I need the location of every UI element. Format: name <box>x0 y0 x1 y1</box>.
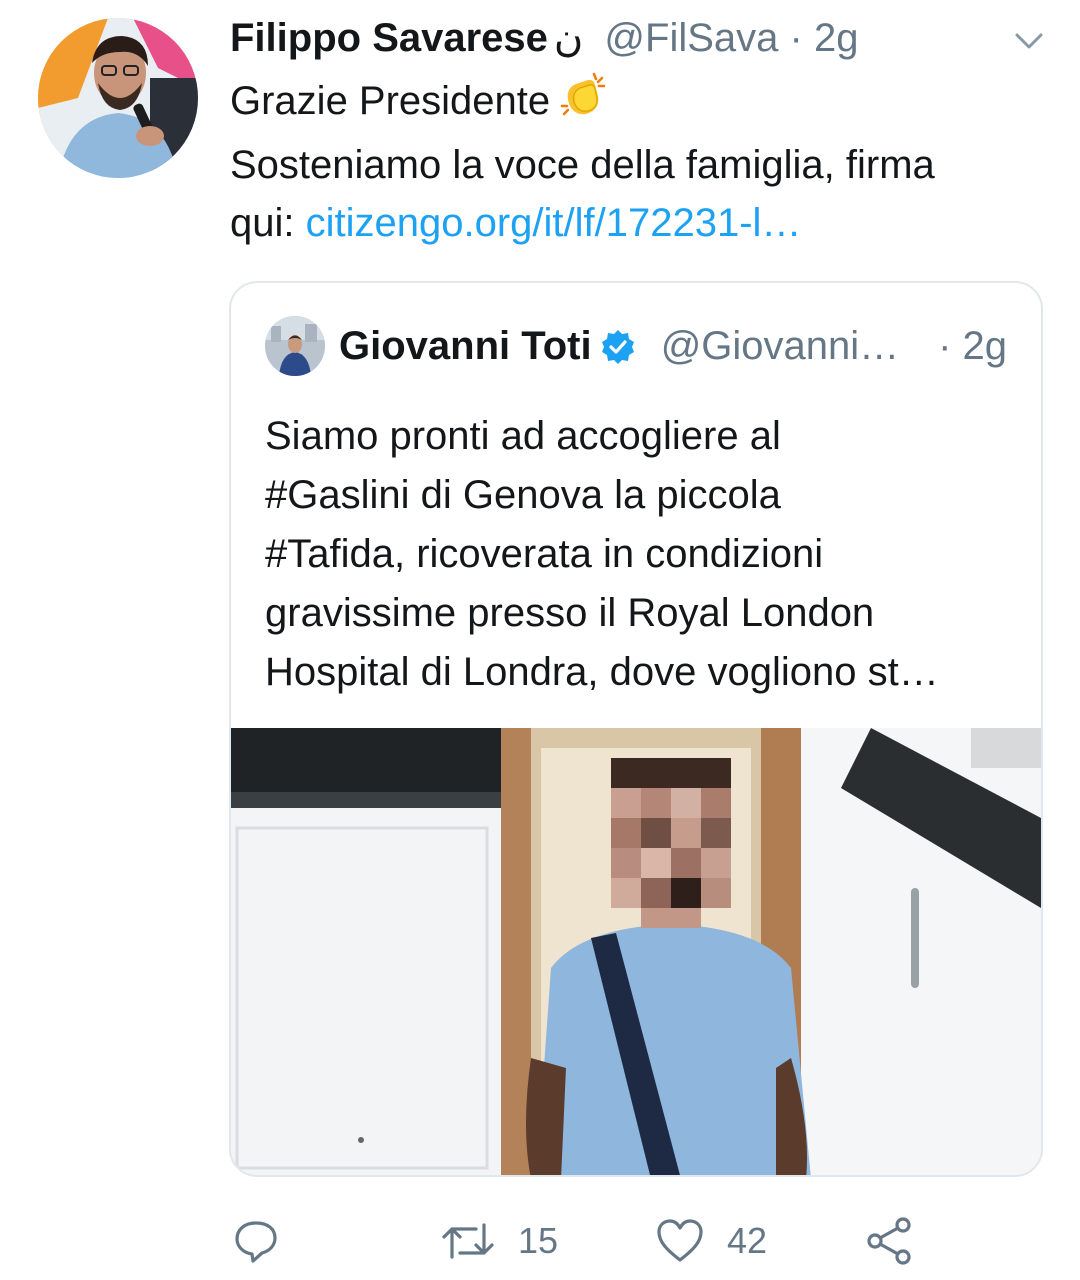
quoted-text-line: Siamo pronti ad accogliere al <box>265 414 781 458</box>
author-name[interactable]: Filippo Savarese <box>230 16 548 60</box>
like-icon <box>657 1219 703 1262</box>
quoted-tweet-header: Giovanni Toti @Giovanni… <box>339 320 899 378</box>
reply-button[interactable] <box>232 1215 302 1267</box>
share-button[interactable] <box>863 1215 915 1267</box>
share-icon <box>867 1217 911 1265</box>
retweet-button[interactable]: 15 <box>440 1215 558 1267</box>
quoted-author-name[interactable]: Giovanni Toti <box>339 324 592 368</box>
caret-down-icon[interactable] <box>1014 26 1044 56</box>
separator-dot: · <box>789 16 803 60</box>
tweet-header: Filippo Savarese ن @FilSava · 2g <box>230 12 858 64</box>
tweet-time[interactable]: 2g <box>814 16 859 60</box>
quoted-tweet-time[interactable]: · 2g <box>938 320 1007 372</box>
tweet-text-line-1: Grazie Presidente <box>230 70 1050 136</box>
quoted-text-line: Hospital di Londra, dove vogliono st… <box>265 650 939 694</box>
author-handle[interactable]: @FilSava <box>604 16 778 60</box>
quoted-tweet-text: Siamo pronti ad accogliere al #Gaslini d… <box>265 407 1025 702</box>
quoted-author-handle[interactable]: @Giovanni… <box>661 324 899 368</box>
tweet-text: Grazie Presidente Sosteniamo la voce del… <box>230 70 1050 252</box>
clapping-hands-emoji-icon <box>558 70 608 136</box>
quoted-text-line: #Tafida, ricoverata in condizioni <box>265 532 824 576</box>
tweet-link[interactable]: citizengo.org/it/lf/172231-l… <box>306 201 802 245</box>
reply-icon <box>235 1221 277 1263</box>
quoted-tweet-photo[interactable] <box>231 728 1041 1175</box>
author-name-glyph: ن <box>553 16 584 60</box>
quoted-tweet-card[interactable]: Giovanni Toti @Giovanni… · 2g Siamo pron… <box>229 281 1043 1177</box>
quoted-author-avatar[interactable] <box>265 316 325 376</box>
quoted-text-line: #Gaslini di Genova la piccola <box>265 473 781 517</box>
tweet-text-line-2: Sosteniamo la voce della famiglia, firma <box>230 143 935 187</box>
author-avatar[interactable] <box>38 18 198 178</box>
quoted-text-line: gravissime presso il Royal London <box>265 591 875 635</box>
tweet-actions: 15 42 <box>0 1205 1080 1275</box>
retweet-icon <box>442 1223 494 1259</box>
like-button[interactable]: 42 <box>655 1215 767 1267</box>
like-count: 42 <box>727 1220 768 1261</box>
tweet-text-line-3: qui: citizengo.org/it/lf/172231-l… <box>230 201 802 245</box>
verified-badge-icon <box>600 326 636 378</box>
retweet-count: 15 <box>518 1220 559 1261</box>
